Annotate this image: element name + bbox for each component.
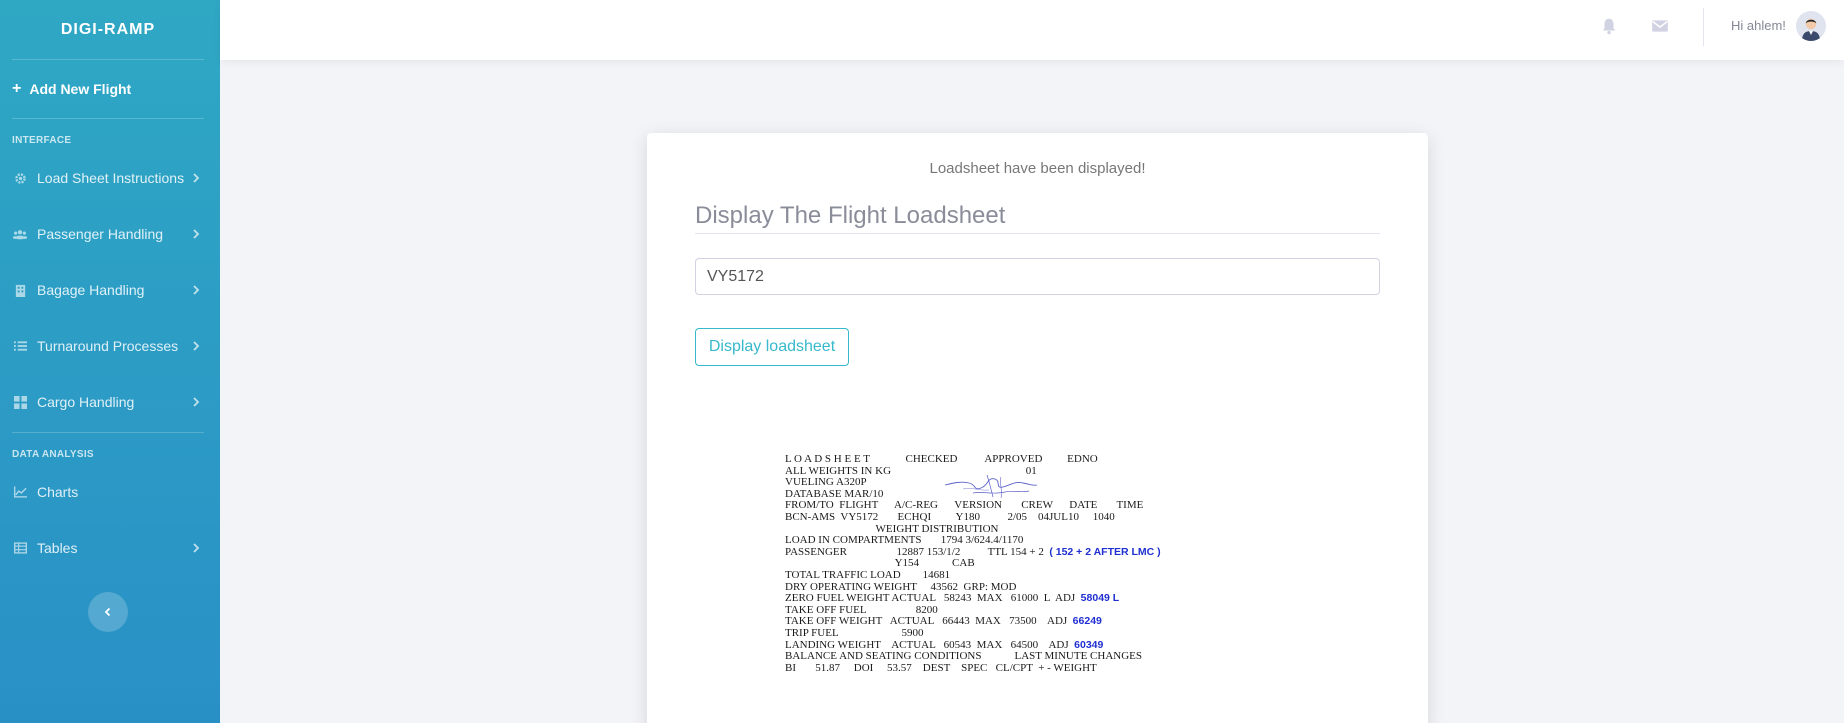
- handwritten-note: 66249: [1072, 615, 1102, 628]
- sidebar-item-bagage-handling[interactable]: Bagage Handling: [0, 262, 220, 318]
- brand-logo[interactable]: DIGI-RAMP: [12, 0, 204, 60]
- loadsheet-line: PASSENGER 12887 153/1/2 TTL 154 + 2: [785, 545, 1044, 558]
- chart-icon: [13, 485, 27, 499]
- loadsheet-line: TAKE OFF WEIGHT ACTUAL 66443 MAX 73500 A…: [785, 615, 1068, 628]
- chevron-left-icon: [104, 607, 111, 617]
- chevron-right-icon: [193, 285, 200, 295]
- grid-icon: [13, 395, 27, 409]
- sidebar-item-label: Charts: [37, 484, 79, 500]
- loadsheet-line: LANDING WEIGHT ACTUAL 60543 MAX 64500 AD…: [785, 638, 1069, 651]
- chevron-right-icon: [193, 229, 200, 239]
- sidebar-item-label: Tables: [37, 540, 78, 556]
- gear-icon: [13, 171, 27, 185]
- sidebar-item-label: Turnaround Processes: [37, 338, 179, 354]
- section-heading-data-analysis: DATA ANALYSIS: [12, 449, 94, 460]
- plus-icon: +: [12, 80, 22, 97]
- loadsheet-line: BCN-AMS VY5172 ECHQI Y180 2/05 04JUL10 1…: [785, 510, 1115, 523]
- sidebar-toggle-button[interactable]: [88, 592, 128, 632]
- loadsheet-line: ZERO FUEL WEIGHT ACTUAL 58243 MAX 61000 …: [785, 592, 1076, 605]
- sidebar-item-charts[interactable]: Charts: [0, 464, 220, 520]
- chevron-right-icon: [193, 397, 200, 407]
- display-loadsheet-button[interactable]: Display loadsheet: [695, 328, 849, 366]
- topbar: Hi ahlem!: [220, 0, 1844, 60]
- avatar[interactable]: [1796, 11, 1826, 41]
- status-message: Loadsheet have been displayed!: [929, 160, 1146, 177]
- sidebar-item-tables[interactable]: Tables: [0, 520, 220, 576]
- title-divider: [695, 233, 1380, 234]
- page-title: Display The Flight Loadsheet: [695, 202, 1006, 229]
- list-icon: [13, 339, 27, 353]
- sidebar-item-label: Bagage Handling: [37, 282, 145, 298]
- users-icon: [13, 227, 27, 241]
- handwritten-note: 58049 L: [1080, 592, 1120, 605]
- sidebar-item-load-sheet-instructions[interactable]: Load Sheet Instructions: [0, 150, 220, 206]
- topbar-divider: [1703, 8, 1704, 46]
- flight-number-input[interactable]: [695, 258, 1380, 295]
- handwritten-note: ( 152 + 2 AFTER LMC ): [1049, 545, 1161, 558]
- loadsheet-line: L O A D S H E E T CHECKED APPROVED EDNO: [785, 453, 1098, 465]
- add-new-flight-label: Add New Flight: [29, 81, 132, 97]
- building-icon: [13, 283, 27, 297]
- sidebar-item-cargo-handling[interactable]: Cargo Handling: [0, 374, 220, 430]
- section-heading-interface: INTERFACE: [12, 135, 72, 146]
- sidebar-item-passenger-handling[interactable]: Passenger Handling: [0, 206, 220, 262]
- envelope-icon[interactable]: [1651, 17, 1669, 35]
- sidebar-divider: [12, 118, 204, 119]
- table-icon: [13, 541, 27, 555]
- bell-icon[interactable]: [1600, 17, 1618, 35]
- sidebar-item-turnaround-processes[interactable]: Turnaround Processes: [0, 318, 220, 374]
- add-new-flight-link[interactable]: + Add New Flight: [0, 60, 220, 118]
- sidebar-item-label: Cargo Handling: [37, 394, 135, 410]
- loadsheet-document: L O A D S H E E T CHECKED APPROVED EDNO A…: [785, 453, 1305, 674]
- handwritten-note: 60349: [1074, 638, 1104, 651]
- loadsheet-line: TOTAL TRAFFIC LOAD 14681: [785, 568, 951, 581]
- chevron-right-icon: [193, 341, 200, 351]
- loadsheet-line: BI 51.87 DOI 53.57 DEST SPEC CL/CPT + - …: [785, 661, 1097, 674]
- sidebar-item-label: Load Sheet Instructions: [37, 170, 185, 186]
- sidebar-item-label: Passenger Handling: [37, 226, 164, 242]
- loadsheet-line: BALANCE AND SEATING CONDITIONS LAST MINU…: [785, 650, 1142, 663]
- loadsheet-card: Loadsheet have been displayed! Display T…: [647, 133, 1428, 723]
- user-greeting[interactable]: Hi ahlem!: [1731, 18, 1786, 33]
- signature-image: [944, 474, 1038, 499]
- chevron-right-icon: [193, 543, 200, 553]
- loadsheet-line-with-note: ZERO FUEL WEIGHT ACTUAL 58243 MAX 61000 …: [785, 592, 1305, 605]
- chevron-right-icon: [193, 173, 200, 183]
- sidebar-divider: [12, 432, 204, 433]
- sidebar: DIGI-RAMP + Add New Flight INTERFACE Loa…: [0, 0, 220, 723]
